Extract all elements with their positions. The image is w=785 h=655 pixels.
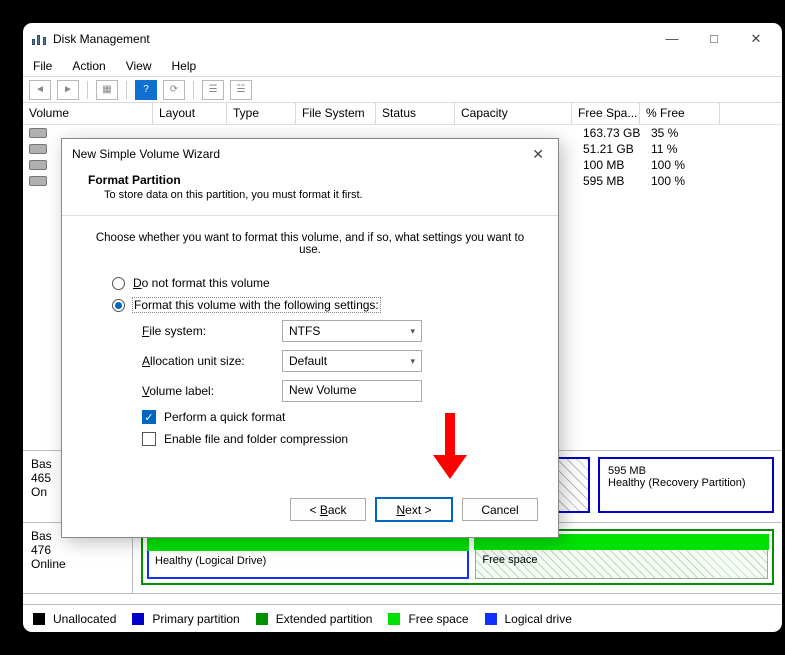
header-free[interactable]: Free Spa... [572, 103, 640, 124]
radio-icon [112, 299, 125, 312]
nav-fwd-button[interactable]: ► [57, 80, 79, 100]
header-volume[interactable]: Volume [23, 103, 153, 124]
next-button[interactable]: Next > [376, 498, 452, 521]
toolbar: ◄ ► ▦ ? ⟳ ☰ ☱ [23, 77, 782, 103]
checkbox-icon: ✓ [142, 410, 156, 424]
file-system-select[interactable]: NTFS▾ [282, 320, 422, 342]
wizard-dialog: New Simple Volume Wizard ✕ Format Partit… [61, 138, 559, 538]
layout-2-button[interactable]: ☱ [230, 80, 252, 100]
window-title: Disk Management [53, 32, 150, 46]
allocation-unit-select[interactable]: Default▾ [282, 350, 422, 372]
layout-1-button[interactable]: ☰ [202, 80, 224, 100]
legend: Unallocated Primary partition Extended p… [23, 604, 782, 632]
title-bar: Disk Management — □ ✕ [23, 23, 782, 55]
header-type[interactable]: Type [227, 103, 296, 124]
radio-icon [112, 277, 125, 290]
menu-file[interactable]: File [33, 59, 52, 73]
column-headers: Volume Layout Type File System Status Ca… [23, 103, 782, 125]
menu-action[interactable]: Action [72, 59, 105, 73]
chevron-down-icon: ▾ [410, 326, 415, 337]
header-capacity[interactable]: Capacity [455, 103, 572, 124]
recovery-partition[interactable]: 595 MB Healthy (Recovery Partition) [598, 457, 774, 513]
file-system-label: File system: [142, 324, 282, 338]
header-status[interactable]: Status [376, 103, 455, 124]
free-space-partition[interactable]: Free space [475, 535, 768, 579]
dialog-heading: Format Partition [88, 173, 532, 187]
menu-help[interactable]: Help [172, 59, 197, 73]
volume-icon [29, 128, 47, 138]
app-icon [31, 33, 47, 45]
logical-drive-partition[interactable]: Healthy (Logical Drive) [147, 535, 469, 579]
cancel-button[interactable]: Cancel [462, 498, 538, 521]
checkbox-icon [142, 432, 156, 446]
help-button[interactable]: ? [135, 80, 157, 100]
chevron-down-icon: ▾ [410, 356, 415, 367]
minimize-button[interactable]: — [662, 31, 682, 47]
volume-icon [29, 176, 47, 186]
close-button[interactable]: ✕ [746, 31, 766, 47]
back-button[interactable]: < Back [290, 498, 366, 521]
volume-label-input[interactable]: New Volume [282, 380, 422, 402]
dialog-intro: Choose whether you want to format this v… [88, 232, 532, 256]
dialog-subheading: To store data on this partition, you mus… [104, 189, 532, 201]
volume-icon [29, 144, 47, 154]
header-layout[interactable]: Layout [153, 103, 227, 124]
allocation-unit-label: Allocation unit size: [142, 354, 282, 368]
header-filesystem[interactable]: File System [296, 103, 376, 124]
option-format-with-settings[interactable]: Format this volume with the following se… [112, 298, 532, 312]
volume-icon [29, 160, 47, 170]
dialog-close-button[interactable]: ✕ [528, 146, 548, 163]
maximize-button[interactable]: □ [704, 31, 724, 47]
nav-back-button[interactable]: ◄ [29, 80, 51, 100]
option-do-not-format[interactable]: Do not format this volume [112, 276, 532, 290]
volume-label-label: Volume label: [142, 384, 282, 398]
header-pct[interactable]: % Free [640, 103, 720, 124]
quick-format-checkbox[interactable]: ✓ Perform a quick format [142, 410, 532, 424]
dialog-title: New Simple Volume Wizard [72, 147, 220, 161]
menu-bar: File Action View Help [23, 55, 782, 77]
compression-checkbox[interactable]: Enable file and folder compression [142, 432, 532, 446]
menu-view[interactable]: View [126, 59, 152, 73]
view-toggle-button[interactable]: ▦ [96, 80, 118, 100]
refresh-button[interactable]: ⟳ [163, 80, 185, 100]
